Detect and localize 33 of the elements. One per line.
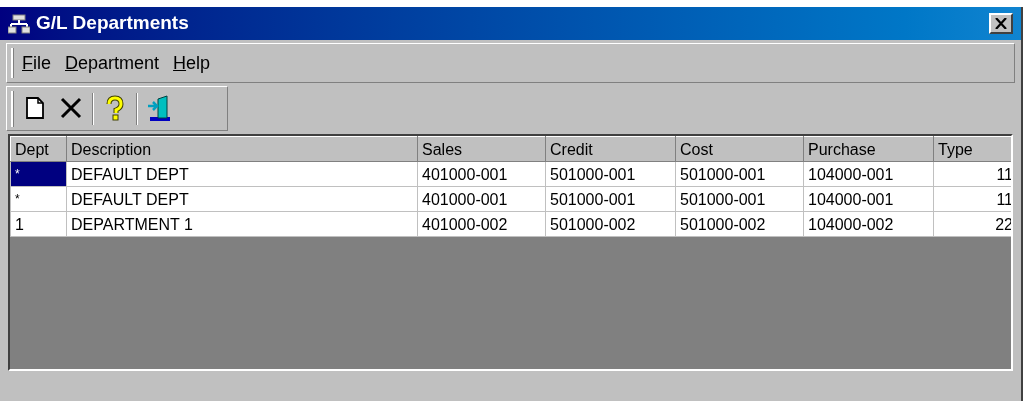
table-cell: 501000-001 (675, 186, 804, 212)
network-icon (8, 13, 30, 34)
table-cell: 501000-002 (545, 211, 676, 237)
column-header[interactable]: Type (933, 136, 1011, 162)
table-cell: 501000-001 (675, 161, 804, 187)
exit-door-icon (146, 95, 172, 122)
table-cell: 501000-002 (675, 211, 804, 237)
close-button[interactable] (989, 13, 1013, 34)
menu-item[interactable]: File (22, 49, 51, 77)
table-cell: 501000-001 (545, 186, 676, 212)
table-cell: DEFAULT DEPT (66, 186, 418, 212)
column-header[interactable]: Dept (10, 136, 67, 162)
window-title: G/L Departments (36, 11, 189, 36)
table-cell: DEPARTMENT 1 (66, 211, 418, 237)
table-cell: * (10, 186, 67, 212)
table-cell: 104000-001 (803, 186, 934, 212)
table-cell: 401000-002 (417, 211, 546, 237)
table-cell: * (10, 161, 67, 187)
column-header[interactable]: Sales (417, 136, 546, 162)
table-cell: 501000-001 (545, 161, 676, 187)
column-header[interactable]: Cost (675, 136, 804, 162)
table-cell: 104000-002 (803, 211, 934, 237)
table-cell: 104000-001 (803, 161, 934, 187)
column-header[interactable]: Purchase (803, 136, 934, 162)
column-header[interactable]: Description (66, 136, 418, 162)
menu-item[interactable]: Department (65, 49, 160, 77)
table-cell: 401000-001 (417, 161, 546, 187)
table-cell: DEFAULT DEPT (66, 161, 418, 187)
close-icon (995, 18, 1007, 29)
column-header[interactable]: Credit (545, 136, 676, 162)
table-cell: 1 (10, 211, 67, 237)
menu-item[interactable]: Help (173, 49, 211, 77)
table-cell: 401000-001 (417, 186, 546, 212)
